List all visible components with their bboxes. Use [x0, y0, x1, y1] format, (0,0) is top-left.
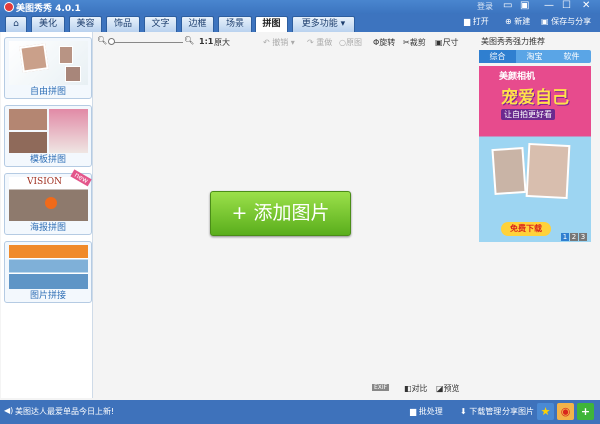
- new-button[interactable]: ⊕ 新建: [505, 16, 530, 27]
- recommendation-title: 美图秀秀强力推荐: [481, 37, 545, 46]
- preview-icon: ◪: [436, 384, 444, 393]
- zoom-out-icon[interactable]: 🔍︎: [97, 36, 107, 45]
- tab-accessories[interactable]: 饰品: [106, 16, 140, 32]
- ad-page-3[interactable]: 3: [579, 233, 587, 241]
- tab-more-features[interactable]: 更多功能 ▾: [292, 16, 355, 32]
- tab-collage[interactable]: 拼图: [255, 16, 288, 32]
- poster-collage-label: 海报拼图: [29, 223, 66, 233]
- plus-circle-icon: ⊕: [505, 17, 515, 26]
- free-collage-label: 自由拼图: [29, 87, 66, 97]
- app-title: 美图秀秀 4.0.1: [16, 4, 81, 14]
- recommendation-tabs: 综合 淘宝 软件: [479, 50, 591, 63]
- undo-label: 撤销: [272, 38, 289, 47]
- feedback-icon[interactable]: ▭: [503, 0, 512, 11]
- poster-collage-card[interactable]: VISION new 海报拼图: [4, 169, 92, 235]
- compare-button[interactable]: ◧对比: [404, 383, 428, 394]
- tab-frames[interactable]: 边框: [181, 16, 214, 32]
- download-manager-button[interactable]: ⬇ 下载管理: [460, 406, 501, 417]
- more-share-plus-icon[interactable]: +: [577, 403, 594, 420]
- preview-button[interactable]: ◪预览: [436, 383, 460, 394]
- weibo-icon[interactable]: ◉: [557, 403, 574, 420]
- zoom-in-icon[interactable]: 🔍︎: [184, 36, 194, 45]
- app-logo-icon: [4, 2, 14, 12]
- scissors-icon: ✂: [403, 38, 410, 47]
- ad-brand: 美颜相机: [499, 72, 536, 82]
- template-collage-card[interactable]: 模板拼图: [4, 105, 92, 167]
- edit-toolbar: 🔍︎ 🔍︎ 1:1 原大 ↶ 撤销 ▾ ↷ 重做 ○原图 Φ旋转 ✂裁剪 ▣尺寸: [95, 36, 470, 50]
- ad-download-button[interactable]: 免费下载: [501, 222, 551, 236]
- tab-beautify[interactable]: 美化: [31, 16, 65, 32]
- free-collage-thumbnail: [9, 41, 88, 85]
- zoom-slider[interactable]: [109, 42, 183, 43]
- new-label: 新建: [514, 17, 531, 26]
- batch-label: 批处理: [418, 407, 443, 416]
- image-stitch-label: 图片拼接: [29, 291, 66, 301]
- tab-software[interactable]: 软件: [553, 50, 590, 63]
- title-bar: 美图秀秀 4.0.1 登录 ▭ ▣ — ☐ ✕: [0, 0, 600, 14]
- maximize-button[interactable]: ☐: [562, 0, 571, 11]
- template-collage-label: 模板拼图: [29, 155, 66, 165]
- rotate-label: 旋转: [379, 38, 396, 47]
- tab-general[interactable]: 综合: [479, 50, 516, 63]
- collage-mode-panel: 自由拼图 模板拼图 VISION new 海报拼图 图片拼接: [1, 32, 93, 398]
- news-ticker[interactable]: 美图达人最爱单品今日上新!: [15, 406, 114, 417]
- actual-size-ratio[interactable]: 1:1: [199, 37, 213, 46]
- batch-process-button[interactable]: ▆ 批处理: [410, 406, 443, 417]
- ad-headline: 宠爱自己: [501, 88, 569, 108]
- resize-icon: ▣: [435, 38, 443, 47]
- speaker-icon: ◀): [4, 406, 14, 415]
- ad-photo-right: [525, 142, 571, 200]
- image-stitch-card[interactable]: 图片拼接: [4, 241, 92, 303]
- save-label: 保存与分享: [551, 17, 592, 26]
- status-bar: ◀) 美图达人最爱单品今日上新! ▆ 批处理 ⬇ 下载管理 分享图片 ★ ◉ +: [0, 400, 600, 424]
- zoom-slider-handle[interactable]: [108, 38, 115, 45]
- skin-icon[interactable]: ▣: [520, 0, 529, 11]
- share-image-label: 分享图片: [502, 407, 534, 416]
- ad-tagline: 让自拍更好看: [501, 109, 555, 120]
- poster-vision-text: VISION: [27, 177, 63, 187]
- rotate-button[interactable]: Φ旋转: [373, 37, 395, 48]
- resize-button[interactable]: ▣尺寸: [435, 37, 459, 48]
- add-image-button[interactable]: + 添加图片: [210, 191, 351, 236]
- save-icon: ▣: [541, 17, 552, 26]
- compare-icon: ◧: [404, 384, 412, 393]
- redo-button[interactable]: ↷ 重做: [307, 37, 332, 48]
- tab-text[interactable]: 文字: [144, 16, 177, 32]
- tab-taobao[interactable]: 淘宝: [516, 50, 553, 63]
- close-button[interactable]: ✕: [582, 0, 590, 11]
- preview-label: 预览: [443, 384, 460, 393]
- ad-page-2[interactable]: 2: [570, 233, 578, 241]
- share-star-icon[interactable]: ★: [537, 403, 554, 420]
- minimize-button[interactable]: —: [544, 0, 554, 11]
- recommendation-panel: 美图秀秀强力推荐 综合 淘宝 软件 美颜相机 宠爱自己 让自拍更好看 免费下载 …: [475, 32, 592, 242]
- folder-icon: ▆: [464, 17, 473, 26]
- tab-scenes[interactable]: 场景: [218, 16, 252, 32]
- tab-beauty[interactable]: 美容: [69, 16, 102, 32]
- free-collage-card[interactable]: 自由拼图: [4, 37, 92, 99]
- crop-button[interactable]: ✂裁剪: [403, 37, 426, 48]
- download-label: 下载管理: [469, 407, 502, 416]
- ad-page-1[interactable]: 1: [561, 233, 569, 241]
- original-size-button[interactable]: 原大: [214, 37, 230, 48]
- ad-banner[interactable]: 美颜相机 宠爱自己 让自拍更好看 免费下载 1 2 3: [479, 66, 591, 242]
- login-link[interactable]: 登录: [477, 1, 493, 12]
- redo-label: 重做: [316, 38, 333, 47]
- open-button[interactable]: ▆ 打开: [464, 16, 489, 27]
- save-share-button[interactable]: ▣ 保存与分享: [541, 16, 591, 27]
- download-icon: ⬇: [460, 407, 470, 416]
- resize-label: 尺寸: [442, 38, 459, 47]
- poster-collage-thumbnail: VISION: [9, 177, 88, 221]
- compare-label: 对比: [411, 384, 428, 393]
- batch-icon: ▆: [410, 407, 419, 416]
- ad-photo-left: [491, 146, 527, 196]
- reset-label: 原图: [345, 38, 362, 47]
- open-label: 打开: [472, 17, 489, 26]
- tab-home[interactable]: ⌂: [5, 16, 27, 32]
- crop-label: 裁剪: [409, 38, 426, 47]
- reset-original-button[interactable]: ○原图: [339, 37, 362, 48]
- exif-button[interactable]: EXIF: [372, 384, 390, 391]
- template-collage-thumbnail: [9, 109, 88, 153]
- image-stitch-thumbnail: [9, 245, 88, 289]
- undo-button[interactable]: ↶ 撤销 ▾: [263, 37, 295, 48]
